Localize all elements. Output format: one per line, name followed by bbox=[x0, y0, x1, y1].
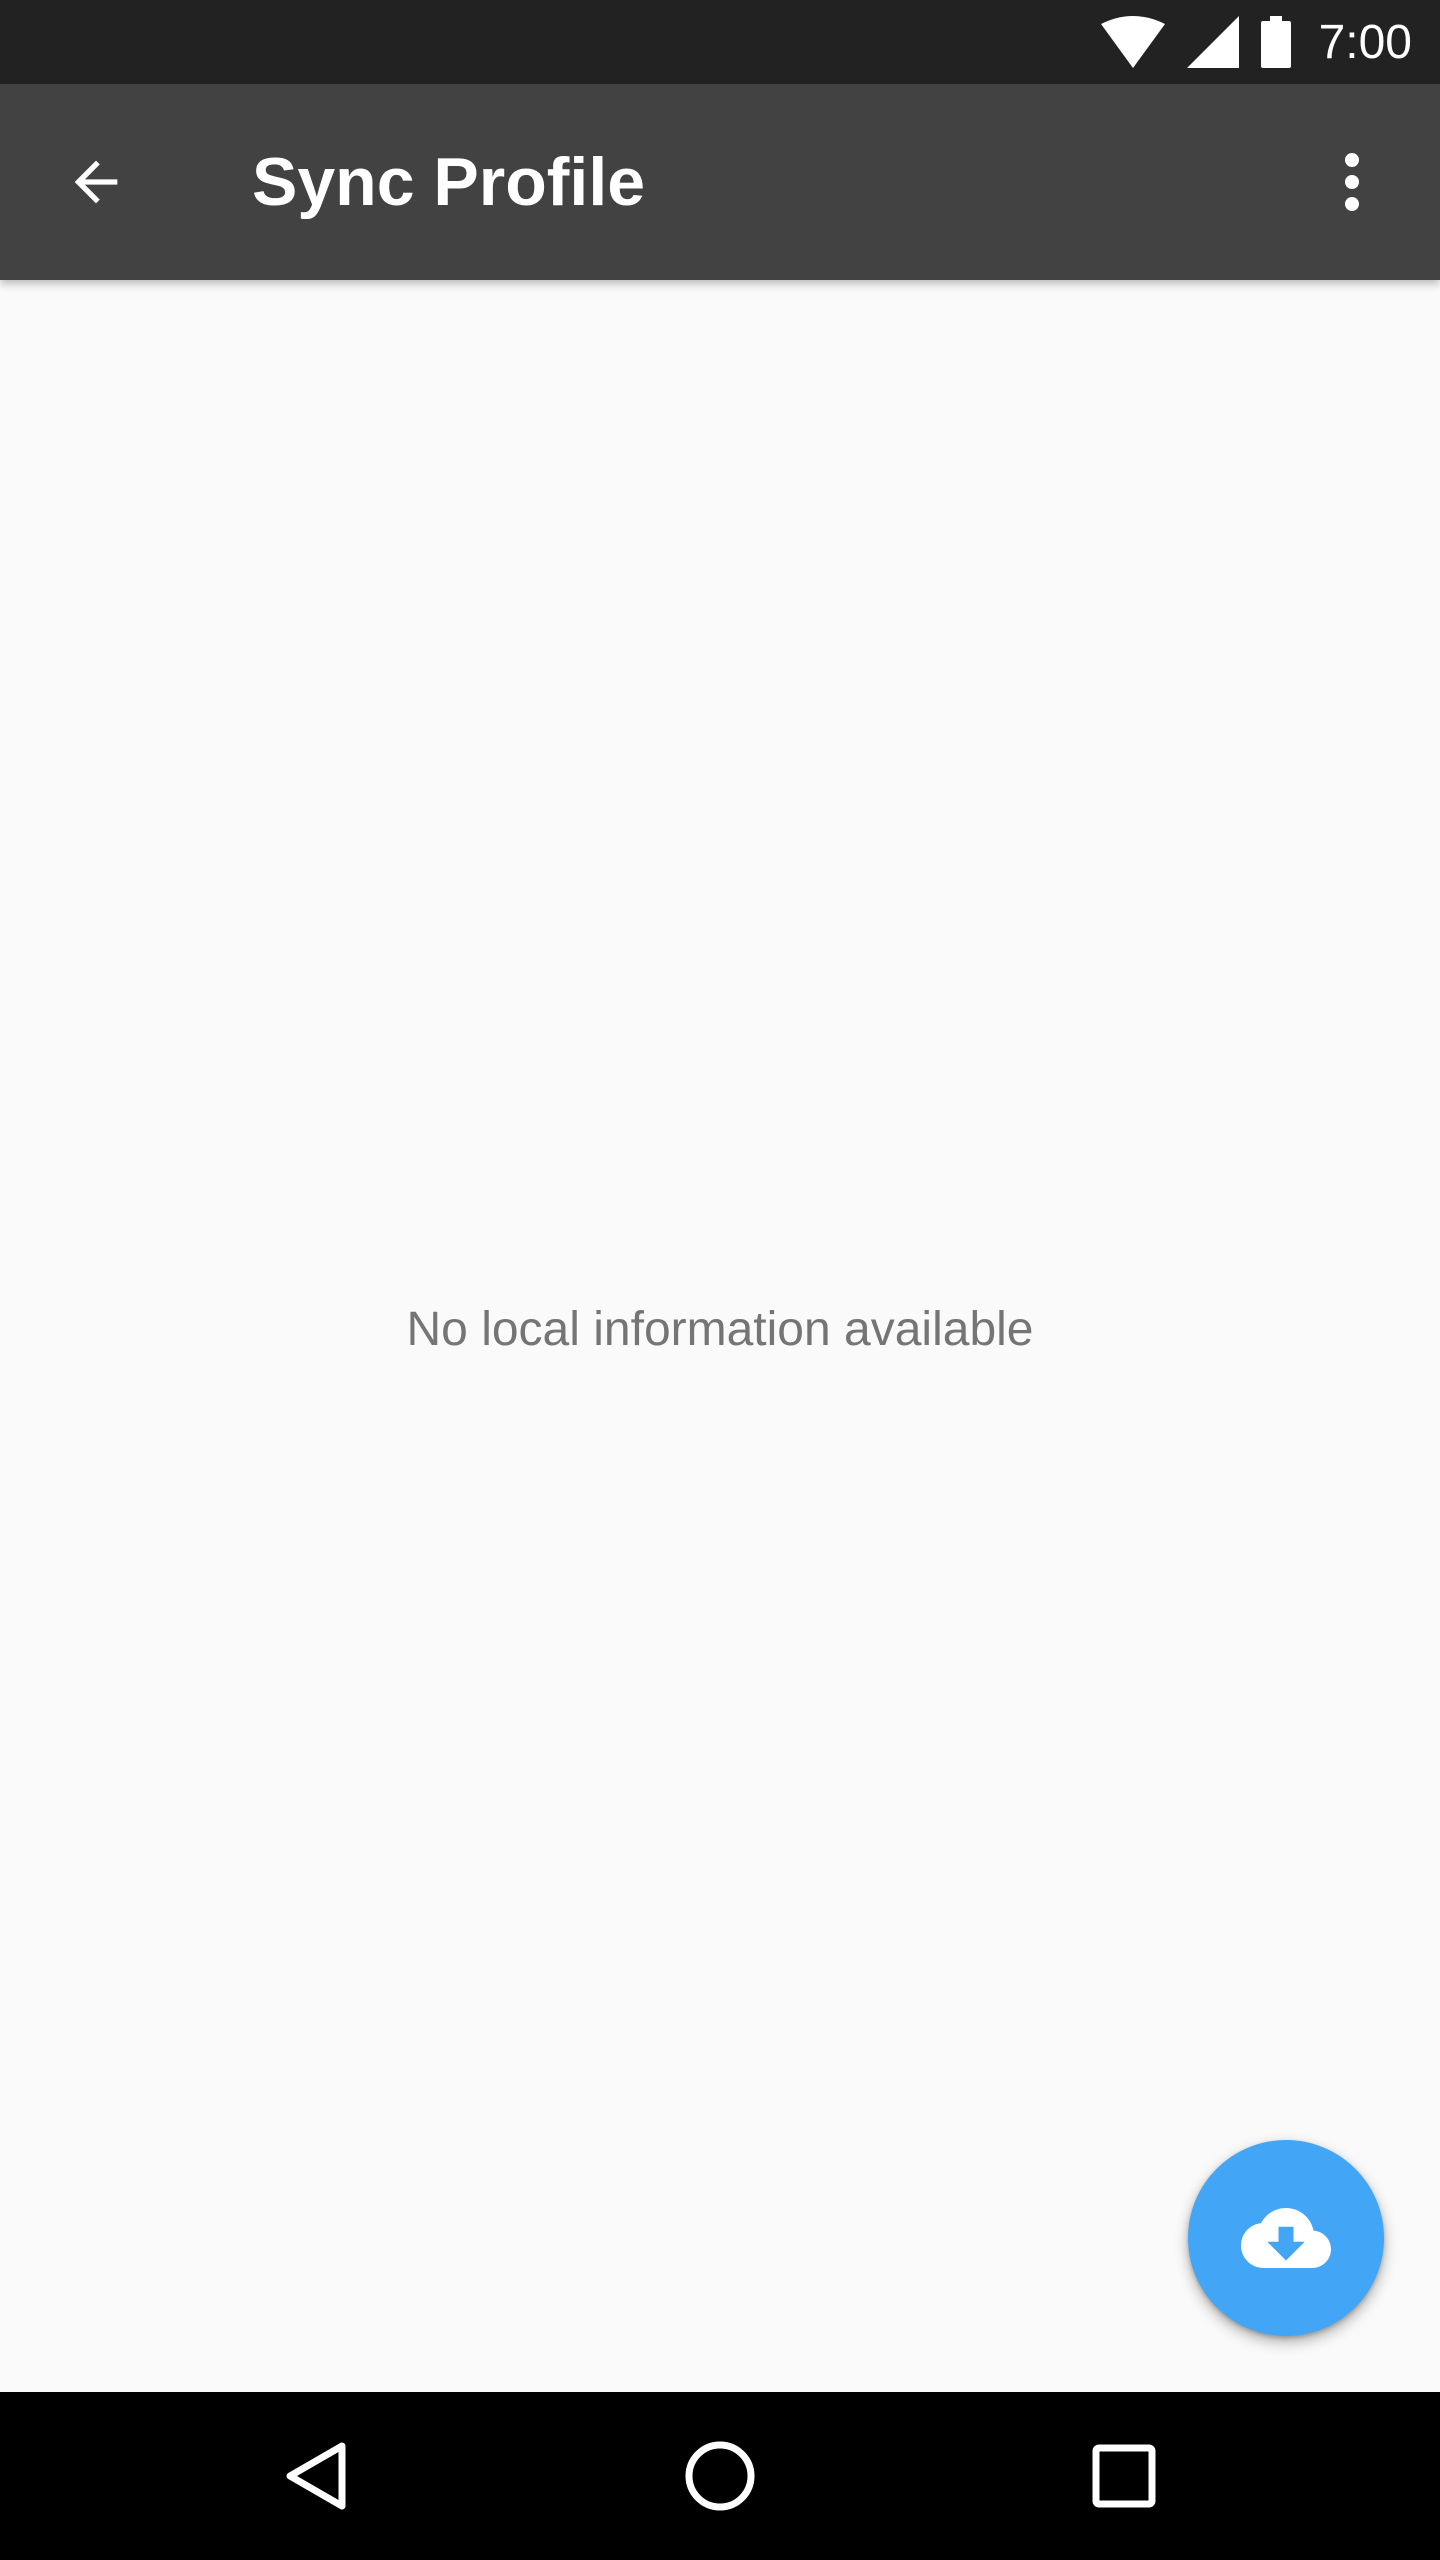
nav-back-button[interactable] bbox=[266, 2426, 366, 2526]
main-content: No local information available bbox=[0, 280, 1440, 2392]
status-bar: 7:00 bbox=[0, 0, 1440, 84]
nav-recents-icon bbox=[1092, 2444, 1156, 2508]
nav-recents-button[interactable] bbox=[1074, 2426, 1174, 2526]
wifi-icon bbox=[1100, 16, 1165, 68]
status-time: 7:00 bbox=[1318, 15, 1412, 69]
navigation-bar bbox=[0, 2392, 1440, 2560]
nav-home-icon bbox=[685, 2441, 755, 2511]
battery-icon bbox=[1260, 16, 1291, 68]
nav-home-button[interactable] bbox=[670, 2426, 770, 2526]
app-bar: Sync Profile bbox=[0, 84, 1440, 280]
status-icons: 7:00 bbox=[1100, 0, 1412, 84]
empty-state-message: No local information available bbox=[406, 1303, 1034, 1356]
arrow-back-icon bbox=[74, 160, 118, 204]
overflow-menu-button[interactable] bbox=[1304, 134, 1400, 230]
back-button[interactable] bbox=[48, 134, 144, 230]
cell-signal-icon bbox=[1186, 16, 1239, 68]
nav-back-icon bbox=[286, 2442, 346, 2510]
download-fab-button[interactable] bbox=[1188, 2140, 1384, 2336]
more-vert-icon bbox=[1345, 153, 1359, 211]
page-title: Sync Profile bbox=[252, 144, 646, 220]
cloud-download-icon bbox=[1241, 2208, 1331, 2268]
